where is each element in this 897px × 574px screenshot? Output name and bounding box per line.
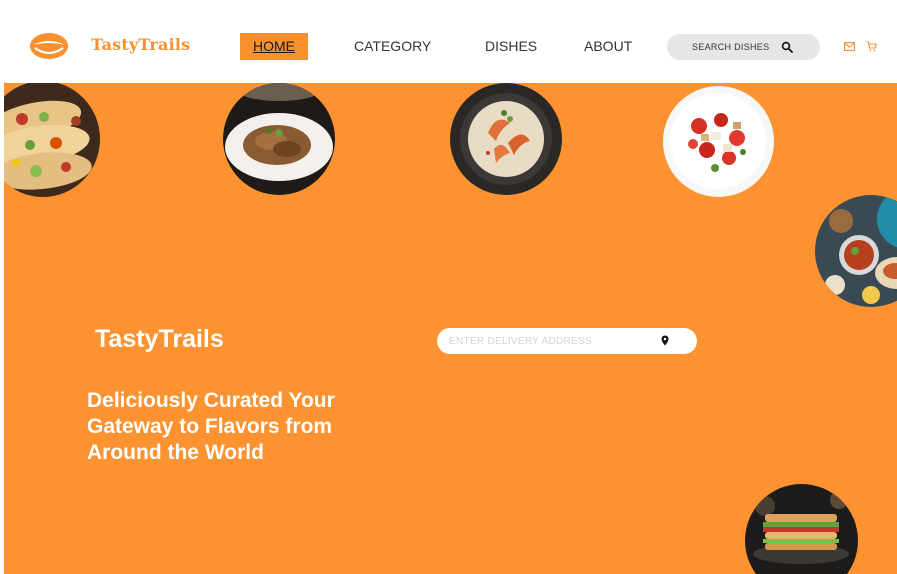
nav-home[interactable]: HOME <box>240 33 308 60</box>
shrimp-soup-dish[interactable] <box>450 83 562 195</box>
delivery-address-bar[interactable] <box>437 328 697 354</box>
hero-section: TastyTrails Deliciously Curated Your Gat… <box>4 83 897 574</box>
brand-name[interactable]: TastyTrails <box>91 35 190 54</box>
logo-icon[interactable] <box>29 30 69 62</box>
nav-dishes[interactable]: DISHES <box>485 33 537 60</box>
nav-category[interactable]: CATEGORY <box>354 33 431 60</box>
mail-icon[interactable] <box>844 42 855 51</box>
search-icon[interactable] <box>781 41 793 53</box>
platter-dish[interactable] <box>815 195 897 307</box>
site-header: TastyTrails HOME CATEGORY DISHES ABOUT S… <box>0 0 897 83</box>
sandwich-dish[interactable] <box>745 484 858 574</box>
search-placeholder[interactable]: SEARCH DISHES <box>692 34 769 60</box>
hero-title: TastyTrails <box>95 325 224 353</box>
hero-tagline: Deliciously Curated Your Gateway to Flav… <box>87 389 335 464</box>
tacos-dish[interactable] <box>4 83 100 197</box>
nav-about[interactable]: ABOUT <box>584 33 632 60</box>
search-bar[interactable]: SEARCH DISHES <box>667 34 820 60</box>
delivery-address-input[interactable] <box>449 328 649 354</box>
cart-icon[interactable] <box>866 41 877 52</box>
location-pin-icon[interactable] <box>661 335 669 346</box>
salad-dish[interactable] <box>663 86 774 197</box>
plated-meat-dish[interactable] <box>223 83 335 195</box>
